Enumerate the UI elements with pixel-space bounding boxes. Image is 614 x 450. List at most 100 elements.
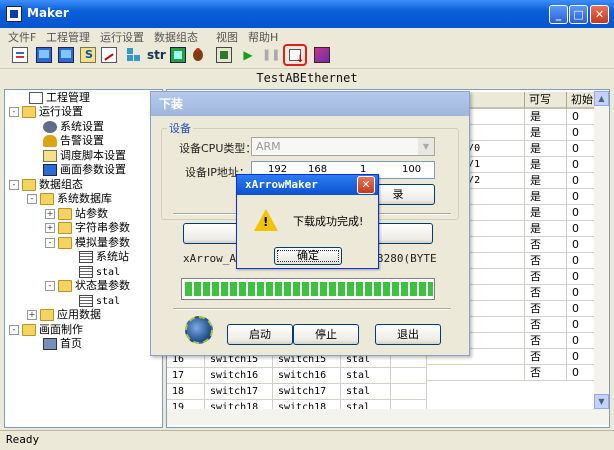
collapse-toggle[interactable]: - [27, 194, 37, 204]
stop-button[interactable]: 停止 [293, 324, 359, 345]
ip-octet-4[interactable]: 100 [402, 162, 421, 178]
tree-item[interactable]: - 数据组态 [9, 178, 83, 192]
collapse-toggle[interactable]: - [9, 325, 19, 335]
cell-writable: 是 [525, 173, 567, 189]
tree-item[interactable]: + 站参数 [45, 207, 108, 221]
cell-writable: 是 [525, 125, 567, 141]
vertical-scrollbar[interactable]: ▲ ▼ [594, 91, 609, 409]
cell-initial: 0 [567, 237, 597, 253]
cell-initial: 0 [567, 349, 597, 365]
scroll-up-arrow[interactable]: ▲ [594, 91, 609, 106]
tree-item[interactable]: 系统站 [79, 250, 129, 264]
tree-item[interactable]: - 模拟量参数 [45, 236, 130, 250]
cell-station: stal [341, 384, 391, 400]
close-icon[interactable]: ✕ [357, 176, 375, 194]
project-tree[interactable]: 工程管理 - 运行设置 系统设置 告警设置 调度脚本设置 画面参数设置 - 数据组态… [4, 89, 163, 428]
cell-address [427, 365, 525, 381]
cell-writable: 否 [525, 317, 567, 333]
tree-item[interactable]: - 运行设置 [9, 105, 83, 119]
cell-writable: 是 [525, 221, 567, 237]
bell-icon [43, 135, 57, 147]
cell-id: 18 [167, 384, 205, 400]
chevron-down-icon[interactable]: ▼ [418, 138, 434, 155]
tree-item[interactable]: - 状态量参数 [45, 279, 130, 293]
cell-writable: 是 [525, 189, 567, 205]
collapse-toggle[interactable]: - [45, 238, 55, 248]
menu-help[interactable]: 帮助H [248, 29, 278, 45]
cell-writable: 否 [525, 269, 567, 285]
tree-item[interactable]: + 应用数据 [27, 308, 101, 322]
project-doc-icon[interactable] [12, 47, 28, 63]
run-icon[interactable]: ▶ [240, 47, 256, 63]
cell-writable: 否 [525, 253, 567, 269]
toolbar: str ▶ ❚❚ ↓ [0, 44, 614, 69]
folder-icon [40, 193, 54, 205]
network-icon[interactable] [126, 47, 142, 63]
folder-icon [58, 280, 72, 292]
cell-tag: switch16 [273, 368, 341, 384]
cell-initial: 0 [567, 221, 597, 237]
menu-project[interactable]: 工程管理 [46, 29, 90, 45]
pause-icon[interactable]: ❚❚ [262, 47, 280, 63]
exit-button[interactable]: 退出 [375, 324, 441, 345]
ok-button[interactable]: 确定 [274, 247, 342, 265]
status-text: Ready [6, 433, 40, 446]
cell-id: 17 [167, 368, 205, 384]
cell-tag: switch17 [273, 384, 341, 400]
maximize-button[interactable]: □ [569, 5, 588, 24]
expand-toggle[interactable]: + [45, 223, 55, 233]
debug-beetle-icon[interactable] [190, 47, 206, 63]
menu-data-config[interactable]: 数据组态 [154, 29, 198, 45]
cpu-type-select[interactable]: ARM ▼ [251, 137, 435, 156]
tree-item[interactable]: 系统设置 [43, 120, 104, 134]
collapse-toggle[interactable]: - [45, 281, 55, 291]
download-icon[interactable]: ↓ [283, 44, 307, 66]
menu-file[interactable]: 文件F [8, 29, 36, 45]
tree-item[interactable]: 画面参数设置 [43, 163, 126, 177]
tree-item[interactable]: stal [79, 294, 120, 308]
tree-item[interactable]: 工程管理 [29, 91, 90, 105]
collapse-toggle[interactable]: - [9, 180, 19, 190]
string-tool[interactable]: str [147, 47, 169, 63]
chart-icon[interactable] [101, 47, 117, 63]
folder-icon [58, 222, 72, 234]
start-button[interactable]: 启动 [227, 324, 293, 345]
header-writable[interactable]: 可写 [525, 92, 567, 109]
folder-icon [22, 179, 36, 191]
page-icon [29, 92, 43, 104]
cell-writable: 否 [525, 349, 567, 365]
message-text: 下载成功完成! [293, 215, 364, 228]
cell-writable: 是 [525, 109, 567, 125]
header-initial[interactable]: 初始 [567, 92, 597, 109]
tree-item[interactable]: 首页 [43, 337, 82, 351]
scroll-down-arrow[interactable]: ▼ [594, 394, 609, 409]
collapse-toggle[interactable]: - [9, 107, 19, 117]
tree-item[interactable]: + 字符串参数 [45, 221, 130, 235]
gear-logo-icon [185, 316, 213, 344]
menu-view[interactable]: 视图 [216, 29, 238, 45]
cell-name: switch17 [205, 384, 273, 400]
cell-initial: 0 [567, 157, 597, 173]
tree-item[interactable]: stal [79, 265, 120, 279]
green-monitor-icon[interactable] [170, 47, 186, 63]
tree-item[interactable]: - 系统数据库 [27, 192, 112, 206]
grid-icon [79, 266, 93, 278]
chip-icon[interactable] [216, 47, 232, 63]
script-icon[interactable] [80, 47, 96, 63]
monitor-icon[interactable] [36, 47, 52, 63]
book-icon[interactable] [314, 47, 330, 63]
close-button[interactable]: ✕ [590, 5, 609, 24]
window-title: Maker [27, 6, 69, 20]
expand-toggle[interactable]: + [27, 310, 37, 320]
cell-blank [391, 368, 427, 384]
tree-item[interactable]: - 画面制作 [9, 323, 83, 337]
tree-item[interactable]: 调度脚本设置 [43, 149, 126, 163]
app-icon [6, 6, 22, 22]
menu-runtime[interactable]: 运行设置 [100, 29, 144, 45]
cell-writable: 否 [525, 237, 567, 253]
tree-item[interactable]: 告警设置 [43, 134, 104, 148]
horizontal-scrollbar[interactable] [167, 409, 609, 425]
expand-toggle[interactable]: + [45, 209, 55, 219]
screen-icon[interactable] [58, 47, 74, 63]
minimize-button[interactable]: _ [549, 5, 568, 24]
